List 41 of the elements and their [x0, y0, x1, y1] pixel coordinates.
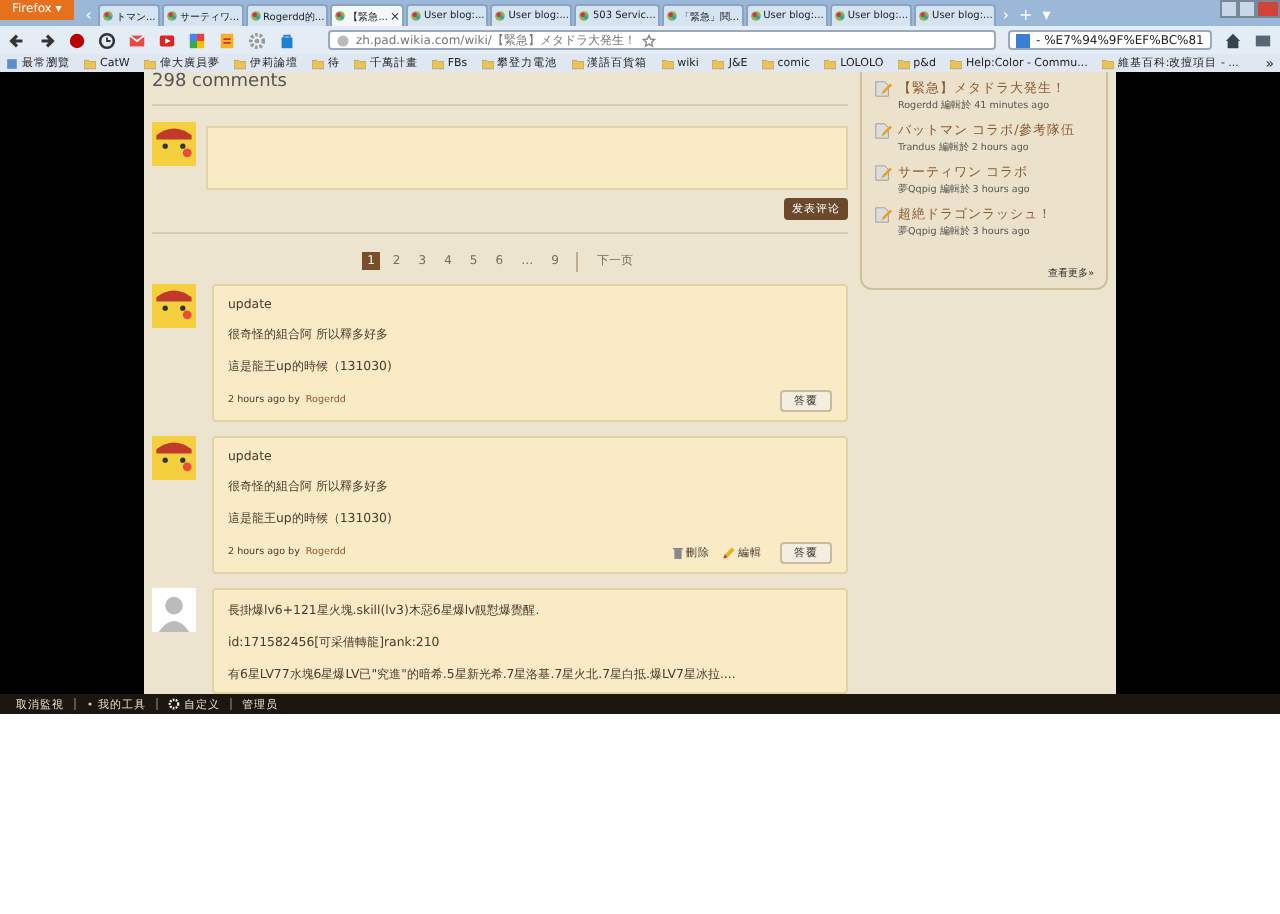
- character-avatar: [152, 122, 196, 166]
- bag-icon[interactable]: [278, 31, 296, 49]
- mail-icon[interactable]: [128, 31, 146, 49]
- favicon-icon: [833, 10, 846, 22]
- favicon-icon: [918, 10, 931, 22]
- character-avatar: [152, 436, 196, 480]
- grid-icon[interactable]: [188, 31, 206, 49]
- bookmark-list-icon: [6, 57, 18, 69]
- play-icon[interactable]: [158, 31, 176, 49]
- dot-icon: [86, 700, 94, 708]
- page-edit-icon: [874, 122, 892, 140]
- user-avatar: [152, 588, 196, 632]
- page-edit-icon: [874, 80, 892, 98]
- pencil-icon: [722, 546, 736, 560]
- note-icon[interactable]: [218, 31, 236, 49]
- page-edit-icon: [874, 164, 892, 182]
- gear-icon: [168, 698, 180, 710]
- favicon-icon: [249, 10, 262, 22]
- back-icon[interactable]: [8, 31, 26, 49]
- favicon-icon: [101, 10, 114, 22]
- favicon-icon: [334, 10, 347, 22]
- clock-icon[interactable]: [98, 31, 116, 49]
- circle-icon[interactable]: [68, 31, 86, 49]
- favicon-icon: [578, 10, 591, 22]
- comment-input-field[interactable]: [206, 126, 848, 190]
- character-avatar: [152, 284, 196, 328]
- minimize-button[interactable]: [1220, 0, 1238, 18]
- comments-heading: 298 comments: [152, 72, 848, 106]
- maximize-button[interactable]: [1238, 0, 1256, 18]
- search-engine-icon[interactable]: [1016, 33, 1030, 47]
- favicon-icon: [410, 10, 423, 22]
- forward-icon[interactable]: [38, 31, 56, 49]
- favicon-icon: [749, 10, 762, 22]
- home-icon[interactable]: [1224, 31, 1242, 49]
- favicon-icon: [665, 10, 678, 22]
- trash-icon: [672, 546, 684, 560]
- favicon-icon: [494, 10, 507, 22]
- bookmark-star-icon[interactable]: [641, 33, 656, 47]
- favicon-icon: [165, 10, 178, 22]
- gear-icon[interactable]: [248, 31, 266, 49]
- page-edit-icon: [874, 206, 892, 224]
